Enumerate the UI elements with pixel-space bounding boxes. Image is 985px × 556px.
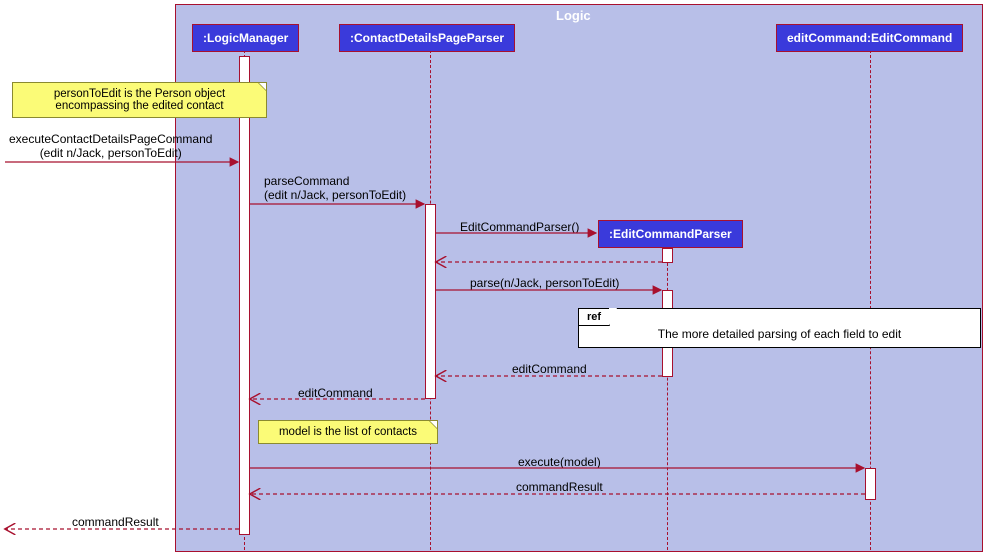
participant-contactdetailspageparser: :ContactDetailsPageParser (339, 24, 515, 52)
frame-title: Logic (556, 8, 591, 23)
msg-editcommand-return1: editCommand (512, 362, 587, 376)
msg-execute-model: execute(model) (518, 455, 601, 469)
msg-parse-command: parseCommand (edit n/Jack, personToEdit) (264, 174, 406, 202)
note-persontoedit: personToEdit is the Person object encomp… (12, 82, 267, 118)
participant-editcommand: editCommand:EditCommand (776, 24, 963, 52)
note-model: model is the list of contacts (258, 420, 438, 444)
activation-contactdetailspageparser (425, 204, 436, 399)
msg-execute-contact-details: executeContactDetailsPageCommand (edit n… (9, 132, 212, 160)
ref-label: ref (578, 308, 610, 326)
msg-parse: parse(n/Jack, personToEdit) (470, 276, 619, 290)
msg-commandresult-final: commandResult (72, 515, 159, 529)
note-text: model is the list of contacts (267, 426, 429, 438)
participant-logicmanager: :LogicManager (192, 24, 299, 52)
msg-editcommandparser-ctor: EditCommandParser() (460, 220, 579, 234)
ref-box: ref The more detailed parsing of each fi… (578, 308, 981, 348)
participant-editcommandparser: :EditCommandParser (598, 220, 743, 248)
activation-editcommand (865, 468, 876, 500)
msg-editcommand-return2: editCommand (298, 386, 373, 400)
note-text: personToEdit is the Person object encomp… (21, 88, 258, 112)
ref-text: The more detailed parsing of each field … (579, 309, 980, 341)
activation-editcommandparser-1 (662, 248, 673, 263)
msg-commandresult-return: commandResult (516, 480, 603, 494)
activation-logicmanager (239, 56, 250, 535)
